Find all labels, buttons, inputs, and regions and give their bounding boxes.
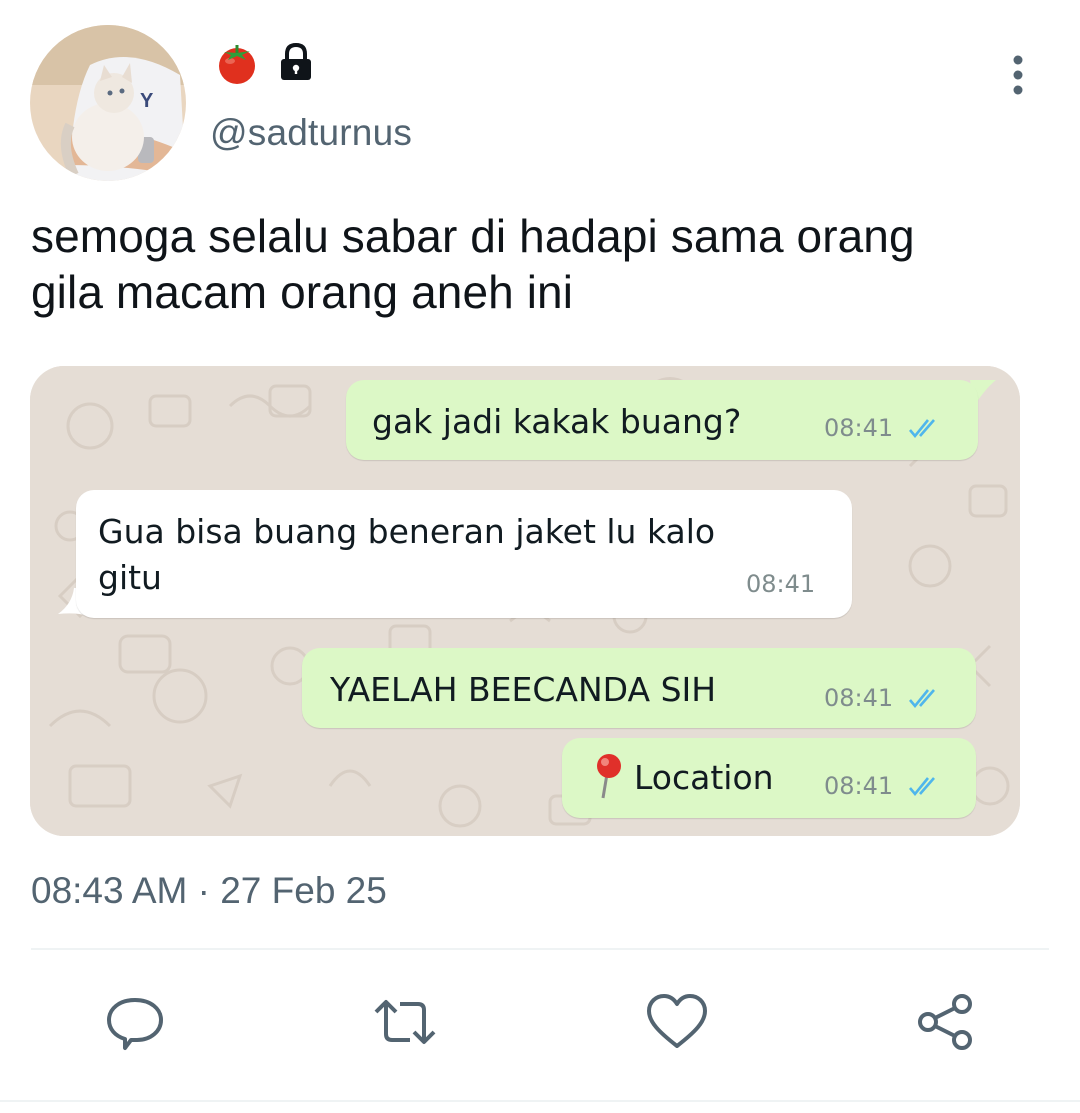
tweet-timestamp[interactable]: 08:43 AM · 27 Feb 25	[31, 870, 387, 912]
message-time: 08:41	[824, 772, 894, 800]
retweet-icon	[374, 1000, 436, 1044]
read-ticks-icon	[909, 777, 935, 797]
like-icon	[647, 994, 707, 1048]
tomato-emoji-icon	[212, 39, 262, 90]
more-options-icon[interactable]	[996, 52, 1040, 100]
tweet-text-line: gila macam orang aneh ini	[31, 266, 574, 318]
share-button[interactable]	[914, 990, 978, 1054]
lock-icon	[276, 42, 316, 87]
tweet-text: semoga selalu sabar di hadapi sama orang…	[31, 208, 1061, 320]
tweet-media-image[interactable]: gak jadi kakak buang? 08:41 Gua bisa bua…	[30, 366, 1020, 836]
message-text: gitu	[98, 558, 162, 597]
chat-message-outgoing: Location 08:41	[562, 738, 976, 818]
display-name-row[interactable]	[212, 42, 316, 86]
svg-text:Y: Y	[140, 90, 154, 112]
retweet-button[interactable]	[370, 990, 436, 1054]
divider	[31, 948, 1049, 950]
message-time: 08:41	[824, 414, 894, 442]
reply-button[interactable]	[103, 990, 167, 1054]
message-time: 08:41	[824, 684, 894, 712]
read-ticks-icon	[909, 689, 935, 709]
chat-message-outgoing: gak jadi kakak buang? 08:41	[346, 380, 978, 460]
read-ticks-icon	[909, 419, 935, 439]
message-time: 08:41	[746, 570, 816, 598]
message-text: YAELAH BEECANDA SIH	[330, 670, 717, 709]
author-handle[interactable]: @sadturnus	[210, 112, 412, 154]
chat-message-incoming: Gua bisa buang beneran jaket lu kalo git…	[76, 490, 852, 618]
profile-avatar[interactable]: Y	[30, 25, 186, 181]
reply-icon	[107, 998, 163, 1050]
message-text: gak jadi kakak buang?	[372, 402, 742, 441]
location-pin-icon	[597, 754, 621, 799]
message-text: Gua bisa buang beneran jaket lu kalo	[98, 512, 716, 551]
share-icon	[918, 994, 972, 1050]
message-text: Location	[634, 758, 774, 797]
divider	[0, 1100, 1080, 1102]
tweet-text-line: semoga selalu sabar di hadapi sama orang	[31, 210, 915, 262]
like-button[interactable]	[645, 990, 709, 1054]
chat-message-outgoing: YAELAH BEECANDA SIH 08:41	[302, 648, 976, 728]
